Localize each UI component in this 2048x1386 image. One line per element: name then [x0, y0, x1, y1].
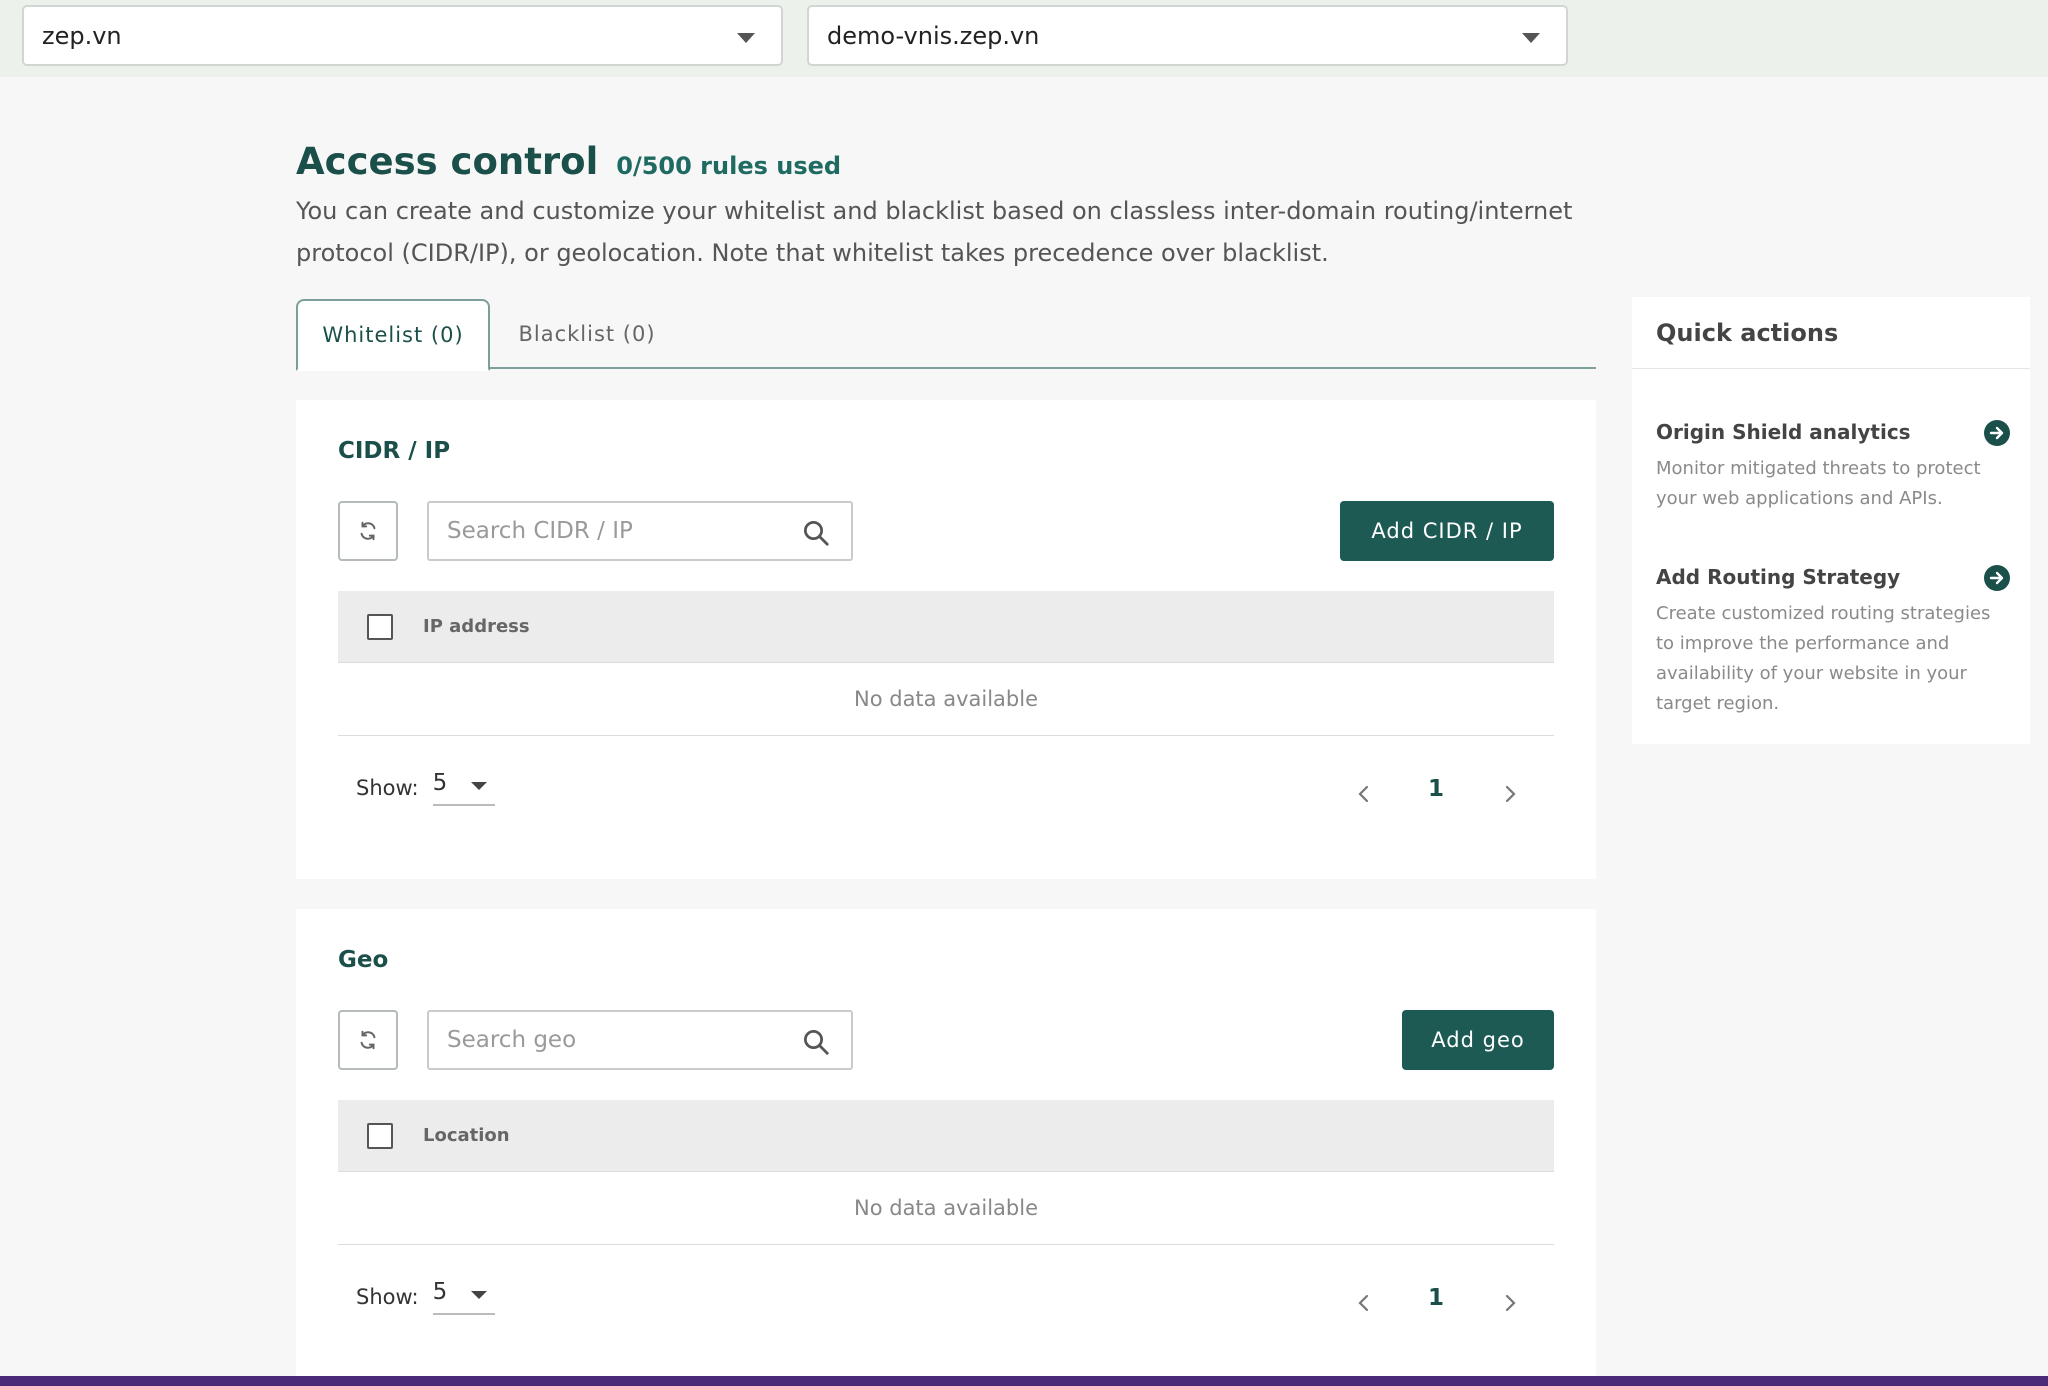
column-ip-address: IP address	[423, 616, 530, 637]
quick-action-origin-shield[interactable]: Origin Shield analytics Monitor mitigate…	[1656, 420, 2010, 514]
page-header: Access control 0/500 rules used	[296, 140, 841, 183]
cidr-ip-title: CIDR / IP	[338, 438, 451, 464]
cidr-search-field[interactable]	[427, 501, 853, 561]
pagination: 1	[1352, 776, 1532, 812]
rules-used-count: 0/500 rules used	[616, 152, 842, 180]
search-icon[interactable]	[801, 1027, 831, 1057]
geo-card: Geo Add geo Location No data available S…	[296, 909, 1596, 1386]
pagination: 1	[1352, 1285, 1532, 1321]
show-label: Show:	[356, 776, 419, 800]
tab-whitelist[interactable]: Whitelist (0)	[296, 299, 490, 371]
current-page[interactable]: 1	[1416, 1285, 1456, 1311]
chevron-left-icon[interactable]	[1352, 782, 1376, 806]
page-size-select[interactable]: 5	[432, 1279, 495, 1315]
refresh-button[interactable]	[338, 1010, 398, 1070]
quick-actions-panel: Quick actions Origin Shield analytics Mo…	[1632, 297, 2030, 744]
cidr-ip-card: CIDR / IP Add CIDR / IP IP address No da…	[296, 400, 1596, 879]
cidr-search-input[interactable]	[447, 518, 777, 544]
page-description: You can create and customize your whitel…	[296, 197, 1573, 267]
geo-search-input[interactable]	[447, 1027, 777, 1053]
add-geo-button[interactable]: Add geo	[1402, 1010, 1554, 1070]
empty-state: No data available	[338, 663, 1554, 736]
bottom-edge-bar	[0, 1376, 2048, 1386]
page-size-value: 5	[432, 770, 448, 796]
quick-actions-title: Quick actions	[1632, 297, 2030, 369]
chevron-down-icon	[470, 782, 487, 790]
chevron-right-icon[interactable]	[1498, 1291, 1522, 1315]
arrow-right-circle-icon[interactable]	[1984, 420, 2010, 446]
table-header: IP address	[338, 591, 1554, 663]
quick-action-description: Monitor mitigated threats to protect you…	[1656, 458, 1981, 509]
quick-action-description: Create customized routing strategies to …	[1656, 603, 1991, 714]
arrow-right-circle-icon[interactable]	[1984, 565, 2010, 591]
refresh-icon	[360, 1030, 376, 1050]
page-size-select[interactable]: 5	[432, 770, 495, 806]
page-size-control: Show: 5	[356, 770, 495, 806]
select-all-checkbox[interactable]	[367, 1122, 393, 1149]
geo-search-field[interactable]	[427, 1010, 853, 1070]
tab-blacklist[interactable]: Blacklist (0)	[512, 299, 662, 369]
empty-state: No data available	[338, 1172, 1554, 1245]
page-size-control: Show: 5	[356, 1279, 495, 1315]
column-location: Location	[423, 1125, 510, 1146]
subdomain-dropdown[interactable]: demo-vnis.zep.vn	[807, 5, 1568, 66]
quick-action-title[interactable]: Origin Shield analytics	[1656, 420, 2008, 448]
search-icon[interactable]	[801, 518, 831, 548]
show-label: Show:	[356, 1285, 419, 1309]
geo-title: Geo	[338, 947, 389, 973]
domain-dropdown-value: zep.vn	[42, 21, 122, 50]
page-title: Access control	[296, 140, 599, 183]
table-header: Location	[338, 1100, 1554, 1172]
domain-dropdown[interactable]: zep.vn	[22, 5, 783, 66]
add-cidr-ip-button[interactable]: Add CIDR / IP	[1340, 501, 1554, 561]
chevron-left-icon[interactable]	[1352, 1291, 1376, 1315]
refresh-button[interactable]	[338, 501, 398, 561]
chevron-right-icon[interactable]	[1498, 782, 1522, 806]
top-bar: zep.vn demo-vnis.zep.vn	[0, 0, 2048, 77]
select-all-checkbox[interactable]	[367, 613, 393, 640]
page-size-value: 5	[432, 1279, 448, 1305]
chevron-down-icon	[470, 1291, 487, 1299]
quick-action-routing-strategy[interactable]: Add Routing Strategy Create customized r…	[1656, 565, 2010, 719]
chevron-down-icon	[1522, 33, 1540, 43]
chevron-down-icon	[737, 33, 755, 43]
quick-action-title[interactable]: Add Routing Strategy	[1656, 565, 2008, 593]
current-page[interactable]: 1	[1416, 776, 1456, 802]
list-tabs: Whitelist (0) Blacklist (0)	[296, 299, 1596, 371]
subdomain-dropdown-value: demo-vnis.zep.vn	[827, 21, 1040, 50]
refresh-icon	[360, 521, 376, 541]
